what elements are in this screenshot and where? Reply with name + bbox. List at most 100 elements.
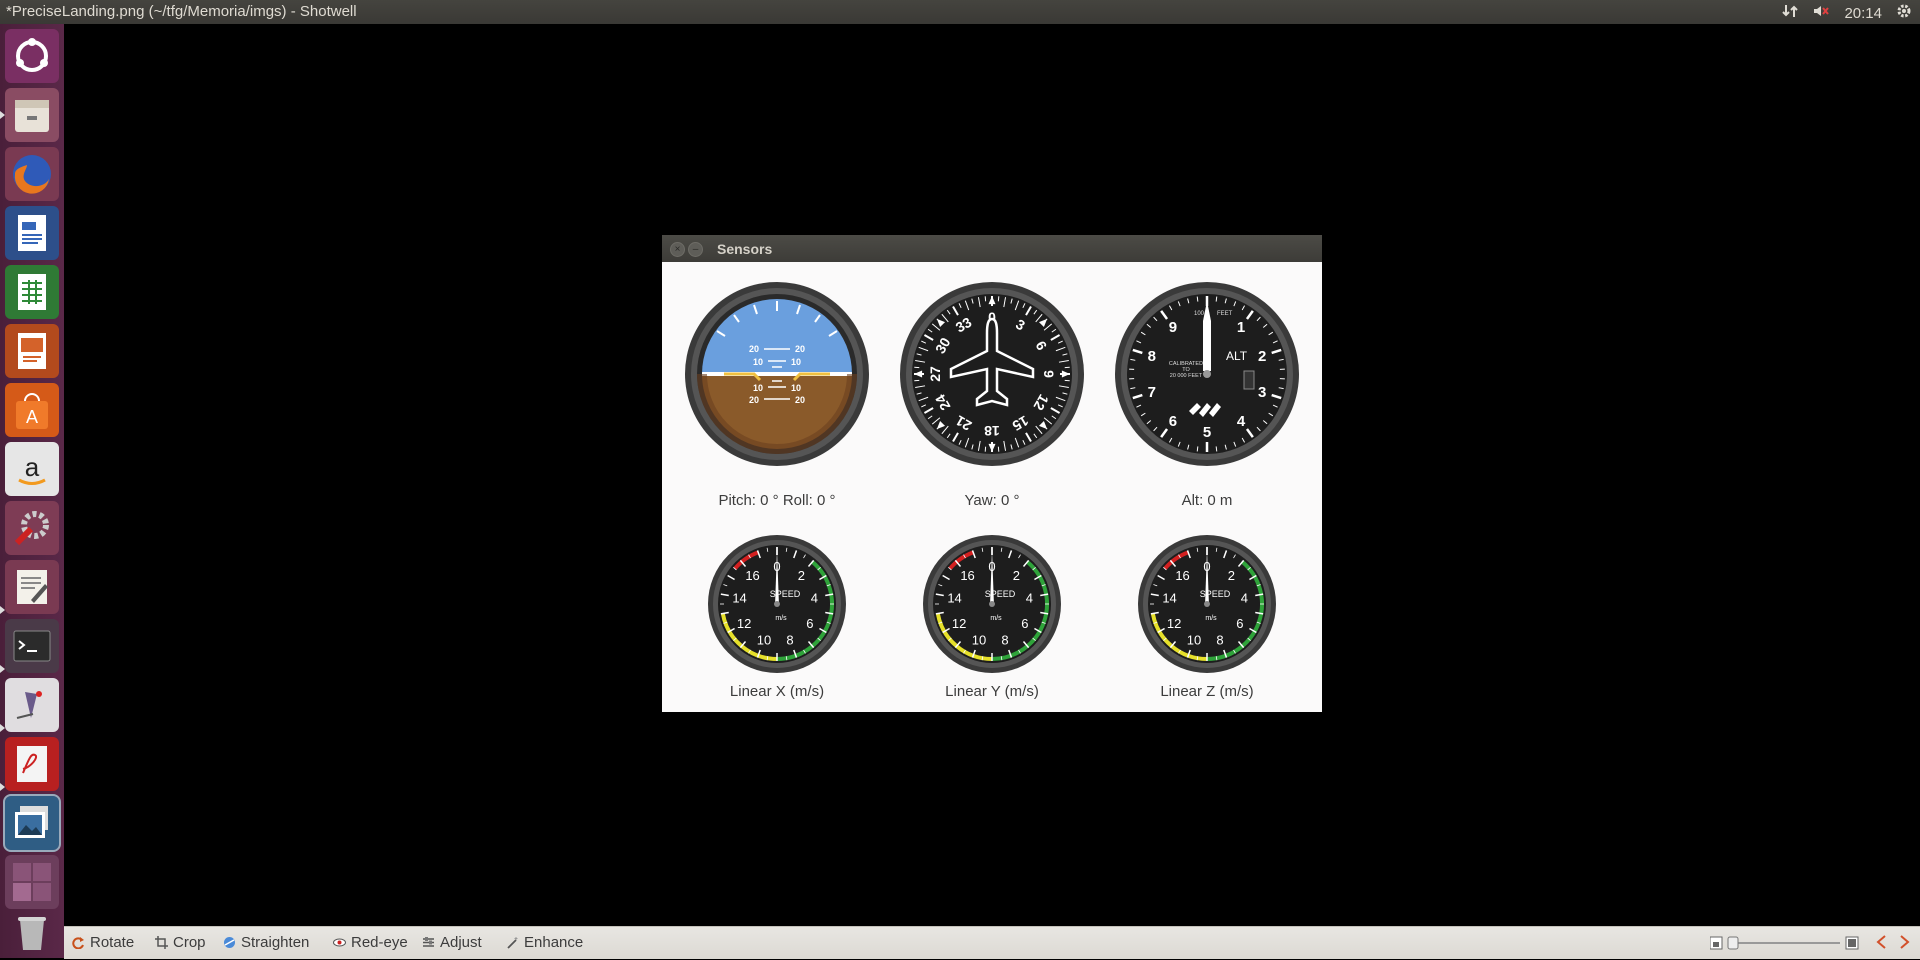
clock[interactable]: 20:14: [1844, 5, 1882, 22]
yaw-label: Yaw:: [965, 492, 997, 509]
files-icon[interactable]: [5, 88, 59, 142]
straighten-button[interactable]: Straighten: [223, 934, 309, 951]
speed-tick-label: 14: [732, 590, 746, 605]
speed-title: SPEED: [985, 589, 1016, 599]
speed-tick-label: 10: [972, 633, 986, 648]
impress-icon[interactable]: [5, 324, 59, 378]
speed-tick-label: 2: [1013, 568, 1020, 583]
speed-tick-label: 16: [745, 568, 759, 583]
speed-tick-label: 6: [1021, 616, 1028, 631]
terminal-icon[interactable]: [5, 619, 59, 673]
linear-z-speed-gauge: 0246810121416SPEEDm/s: [1137, 534, 1277, 674]
window-titlebar: × – Sensors: [662, 235, 1322, 262]
workspace-switcher-icon[interactable]: [5, 855, 59, 909]
roll-label: Roll:: [783, 492, 813, 509]
gimp-icon[interactable]: [5, 678, 59, 732]
minimize-button[interactable]: –: [688, 242, 703, 257]
speed-tick-label: 8: [1216, 633, 1223, 648]
horizon-tick: 20: [795, 344, 805, 354]
edit-toolbar: Rotate Crop Straighten Red-eye Adjust En…: [64, 926, 1920, 959]
speed-tick-label: 4: [811, 590, 818, 605]
speed-unit: m/s: [990, 615, 1002, 622]
speed-tick-label: 12: [1167, 616, 1181, 631]
speed-unit: m/s: [1205, 615, 1217, 622]
horizon-tick: 10: [753, 357, 763, 367]
rotate-label: Rotate: [90, 934, 134, 951]
speed-tick-label: 8: [786, 633, 793, 648]
alt-text: ALT: [1226, 349, 1248, 363]
speed-tick-label: 14: [1162, 590, 1176, 605]
svg-text:A: A: [26, 407, 38, 427]
alt-value: 0 m: [1207, 492, 1232, 509]
redeye-button[interactable]: Red-eye: [333, 934, 408, 951]
linear-x-label: Linear X (m/s): [682, 683, 872, 700]
speed-tick-label: 10: [1187, 633, 1201, 648]
amazon-icon[interactable]: a: [5, 442, 59, 496]
altimeter-tick-label: 1: [1237, 319, 1245, 336]
linear-y-speed-gauge: 0246810121416SPEEDm/s: [922, 534, 1062, 674]
rotate-button[interactable]: Rotate: [72, 934, 134, 951]
window-title: *PreciseLanding.png (~/tfg/Memoria/imgs)…: [6, 3, 357, 20]
close-button[interactable]: ×: [670, 242, 685, 257]
alt-small-text: FEET: [1217, 311, 1233, 317]
volume-muted-icon[interactable]: [1812, 3, 1830, 23]
speed-tick-label: 12: [952, 616, 966, 631]
speed-tick-label: 2: [1228, 568, 1235, 583]
altimeter-tick-label: 4: [1237, 413, 1246, 430]
shotwell-icon[interactable]: [5, 796, 59, 850]
trash-icon[interactable]: [5, 906, 59, 960]
adjust-button[interactable]: Adjust: [422, 934, 482, 951]
yaw-value: 0 °: [1001, 492, 1020, 509]
next-photo-icon[interactable]: [1898, 934, 1912, 954]
heading-tick-label: 27: [927, 366, 943, 382]
altimeter-tick-label: 7: [1148, 384, 1156, 401]
pdf-reader-icon[interactable]: [5, 737, 59, 791]
altimeter-tick-label: 3: [1258, 384, 1266, 401]
magic-wand-icon: [506, 936, 519, 949]
system-settings-icon[interactable]: [5, 501, 59, 555]
heading-tick-label: 18: [984, 423, 1000, 439]
pitch-roll-readout: Pitch: 0 ° Roll: 0 °: [682, 492, 872, 509]
eye-icon: [333, 936, 346, 949]
linear-z-label: Linear Z (m/s): [1112, 683, 1302, 700]
svg-text:a: a: [25, 452, 40, 482]
text-editor-icon[interactable]: [5, 560, 59, 614]
launcher: A a: [0, 24, 65, 958]
network-icon[interactable]: [1782, 3, 1798, 23]
speed-tick-label: 4: [1026, 590, 1033, 605]
pitch-label: Pitch:: [718, 492, 756, 509]
software-center-icon[interactable]: A: [5, 383, 59, 437]
calc-icon[interactable]: [5, 265, 59, 319]
firefox-icon[interactable]: [5, 147, 59, 201]
crop-icon: [155, 936, 168, 949]
alt-small-text: 100: [1194, 311, 1205, 317]
ubuntu-dash-icon[interactable]: [5, 29, 59, 83]
straighten-icon: [223, 936, 236, 949]
rotate-icon: [72, 936, 85, 949]
alt-readout: Alt: 0 m: [1112, 492, 1302, 509]
enhance-label: Enhance: [524, 934, 583, 951]
gear-icon[interactable]: [1896, 3, 1912, 23]
altimeter-tick-label: 9: [1169, 319, 1177, 336]
horizon-tick: 10: [791, 357, 801, 367]
altimeter-tick-label: 5: [1203, 424, 1211, 441]
crop-label: Crop: [173, 934, 206, 951]
altimeter-tick-label: 6: [1169, 413, 1177, 430]
enhance-button[interactable]: Enhance: [506, 934, 583, 951]
adjust-label: Adjust: [440, 934, 482, 951]
speed-unit: m/s: [775, 615, 787, 622]
previous-photo-icon[interactable]: [1874, 934, 1888, 954]
horizon-tick: 10: [753, 383, 763, 393]
writer-icon[interactable]: [5, 206, 59, 260]
horizon-tick: 20: [749, 344, 759, 354]
top-panel: *PreciseLanding.png (~/tfg/Memoria/imgs)…: [0, 0, 1920, 24]
heading-indicator: 03691215182124273033: [899, 281, 1085, 467]
speed-tick-label: 4: [1241, 590, 1248, 605]
zoom-slider[interactable]: [1710, 934, 1860, 952]
altimeter-tick-label: 2: [1258, 348, 1266, 365]
redeye-label: Red-eye: [351, 934, 408, 951]
crop-button[interactable]: Crop: [155, 934, 206, 951]
zoom-slider-handle: [1728, 937, 1738, 949]
horizon-tick: 10: [791, 383, 801, 393]
speed-title: SPEED: [1200, 589, 1231, 599]
